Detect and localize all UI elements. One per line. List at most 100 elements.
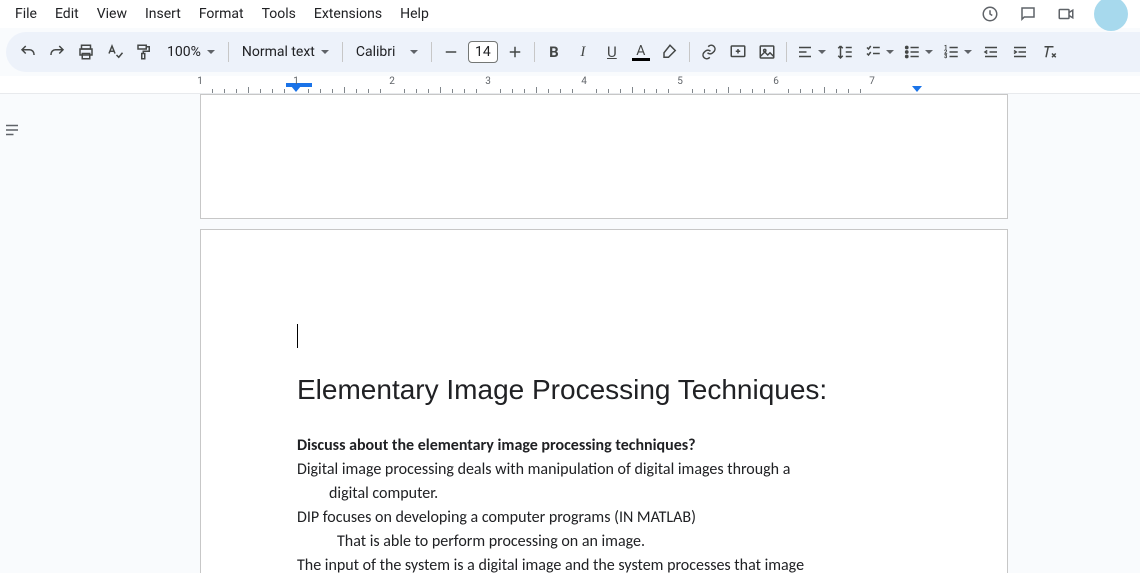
menu-format[interactable]: Format <box>190 2 253 26</box>
menu-help[interactable]: Help <box>391 2 438 26</box>
ruler-tick <box>512 89 513 93</box>
menu-tools[interactable]: Tools <box>253 2 305 26</box>
ruler-tick <box>764 89 765 93</box>
right-indent-marker[interactable] <box>912 86 922 92</box>
line-spacing-button[interactable] <box>831 38 859 66</box>
insert-link-button[interactable] <box>695 38 723 66</box>
separator <box>534 42 535 62</box>
ruler-tick <box>596 89 597 93</box>
ruler-tick <box>860 89 861 93</box>
avatar[interactable] <box>1094 0 1128 31</box>
chevron-down-icon <box>321 50 329 54</box>
ruler-number: 5 <box>677 76 683 87</box>
text-color-button[interactable]: A <box>627 38 655 66</box>
doc-paragraph: Digital image processing deals with mani… <box>297 458 911 482</box>
ruler-tick <box>308 89 309 93</box>
ruler-tick <box>476 89 477 93</box>
paint-format-button[interactable] <box>130 38 158 66</box>
history-icon[interactable] <box>980 4 1000 24</box>
ruler-tick <box>740 89 741 93</box>
highlight-button[interactable] <box>656 38 684 66</box>
ruler-tick <box>368 89 369 93</box>
svg-text:3: 3 <box>944 54 947 60</box>
document-page[interactable]: Elementary Image Processing Techniques: … <box>200 229 1008 573</box>
ruler-tick <box>800 89 801 93</box>
menu-view[interactable]: View <box>88 2 136 26</box>
menu-edit[interactable]: Edit <box>46 2 88 26</box>
ruler-tick <box>464 89 465 93</box>
ruler-tick <box>428 89 429 93</box>
menu-file[interactable]: File <box>6 2 46 26</box>
text-cursor <box>297 324 298 348</box>
chevron-down-icon <box>410 50 418 54</box>
font-size-decrease-button[interactable] <box>437 38 465 66</box>
ruler-tick <box>212 89 213 93</box>
italic-button[interactable]: I <box>569 38 597 66</box>
ruler-tick <box>452 89 453 93</box>
ruler-tick <box>848 89 849 93</box>
chevron-down-icon <box>886 50 894 54</box>
chevron-down-icon <box>818 50 826 54</box>
separator <box>689 42 690 62</box>
doc-paragraph: That is able to perform processing on an… <box>297 530 911 554</box>
decrease-indent-button[interactable] <box>977 38 1005 66</box>
menu-insert[interactable]: Insert <box>136 2 190 26</box>
ruler-tick <box>284 89 285 93</box>
print-button[interactable] <box>72 38 100 66</box>
ruler-tick <box>560 89 561 93</box>
meet-icon[interactable] <box>1056 4 1076 24</box>
ruler[interactable]: 11234567 <box>0 76 1140 94</box>
ruler-tick <box>812 89 813 93</box>
align-button[interactable] <box>792 38 830 66</box>
font-size-increase-button[interactable] <box>501 38 529 66</box>
increase-indent-button[interactable] <box>1006 38 1034 66</box>
ruler-tick <box>788 89 789 93</box>
ruler-tick <box>716 89 717 93</box>
redo-button[interactable] <box>43 38 71 66</box>
ruler-tick <box>824 87 825 93</box>
chevron-down-icon <box>964 50 972 54</box>
numbered-list-button[interactable]: 123 <box>938 38 976 66</box>
menu-extensions[interactable]: Extensions <box>305 2 391 26</box>
add-comment-button[interactable] <box>724 38 752 66</box>
undo-button[interactable] <box>14 38 42 66</box>
ruler-tick <box>644 89 645 93</box>
font-size-input[interactable]: 14 <box>468 41 498 63</box>
ruler-tick <box>668 89 669 93</box>
ruler-number: 1 <box>293 76 299 87</box>
checklist-button[interactable] <box>860 38 898 66</box>
comments-icon[interactable] <box>1018 4 1038 24</box>
spellcheck-button[interactable] <box>101 38 129 66</box>
outline-toggle-button[interactable] <box>0 118 24 142</box>
insert-image-button[interactable] <box>753 38 781 66</box>
ruler-tick <box>656 89 657 93</box>
separator <box>342 42 343 62</box>
text-color-swatch <box>632 58 650 61</box>
document-page-previous <box>200 94 1008 219</box>
bulleted-list-button[interactable] <box>899 38 937 66</box>
bold-button[interactable]: B <box>540 38 568 66</box>
ruler-tick <box>692 89 693 93</box>
ruler-tick <box>836 89 837 93</box>
font-select[interactable]: Calibri <box>348 38 426 66</box>
ruler-tick <box>260 89 261 93</box>
left-margin-marker[interactable] <box>286 83 312 87</box>
ruler-tick <box>620 89 621 93</box>
separator <box>431 42 432 62</box>
doc-paragraph: DIP focuses on developing a computer pro… <box>297 506 911 530</box>
zoom-select[interactable]: 100% <box>159 38 223 66</box>
doc-heading: Elementary Image Processing Techniques: <box>297 374 911 406</box>
chevron-down-icon <box>925 50 933 54</box>
clear-formatting-button[interactable] <box>1035 38 1063 66</box>
ruler-tick <box>524 89 525 93</box>
ruler-tick <box>344 87 345 93</box>
ruler-tick <box>728 87 729 93</box>
paragraph-style-select[interactable]: Normal text <box>234 38 337 66</box>
ruler-number: 2 <box>389 76 395 87</box>
ruler-tick <box>236 89 237 93</box>
paragraph-style-value: Normal text <box>242 44 315 60</box>
ruler-tick <box>500 89 501 93</box>
underline-button[interactable]: U <box>598 38 626 66</box>
ruler-tick <box>704 89 705 93</box>
ruler-tick <box>404 89 405 93</box>
